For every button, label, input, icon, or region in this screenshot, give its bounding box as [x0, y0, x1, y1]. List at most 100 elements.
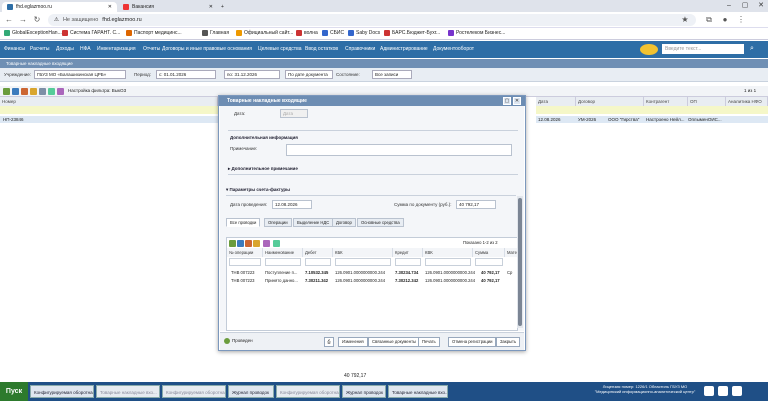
print-icon[interactable]	[48, 88, 55, 95]
mail-icon[interactable]	[704, 386, 714, 396]
column-header[interactable]: Дебет	[303, 248, 333, 257]
menu-item[interactable]: Доходы	[56, 46, 74, 52]
menu-item[interactable]: НФА	[80, 46, 91, 52]
state-select[interactable]: Все записи	[372, 70, 412, 79]
table-row[interactable]: 12.08.2026 УМ-2026 ООО "Гирства" Настрое…	[536, 116, 768, 123]
changes-button[interactable]: Изменения	[338, 337, 368, 347]
extra-note-toggle[interactable]: ▸ Дополнительное примечание	[228, 166, 298, 172]
filter-input[interactable]	[229, 258, 261, 266]
close-dialog-icon[interactable]: ✕	[513, 97, 521, 105]
search-input[interactable]: Введите текст...	[662, 44, 744, 54]
bookmark-item[interactable]: Паспорт медицинс...	[126, 30, 182, 36]
bookmark-item[interactable]: Saby Docs	[348, 30, 380, 36]
taskbar-item[interactable]: Конфигурируемая оборотная...	[30, 385, 94, 398]
refresh-icon[interactable]	[253, 240, 260, 247]
bookmark-item[interactable]: волна	[296, 30, 318, 36]
column-header[interactable]: Договор	[576, 97, 644, 106]
delete-icon[interactable]	[21, 88, 28, 95]
column-header[interactable]: Номер	[0, 97, 218, 106]
table-row[interactable]: НП-23846	[0, 116, 218, 123]
bookmark-item[interactable]: СБИС	[322, 30, 344, 36]
restore-dialog-icon[interactable]: ▢	[503, 97, 511, 105]
menu-item[interactable]: Расчеты	[30, 46, 50, 52]
bookmark-item[interactable]: Ростелеком Бизнес...	[448, 30, 505, 36]
taskbar-item[interactable]: Конфигурируемая оборотная...	[276, 385, 340, 398]
period-to-input[interactable]: по: 31.12.2026	[224, 70, 280, 79]
column-header[interactable]: Кредит	[393, 248, 423, 257]
bookmark-item[interactable]: Система ГАРАНТ. С...	[62, 30, 120, 36]
column-header[interactable]: Наименование	[263, 248, 303, 257]
tab-vat[interactable]: Выделение НДС	[293, 218, 334, 227]
filter-input[interactable]	[425, 258, 471, 266]
print-button[interactable]: Печать	[418, 337, 440, 347]
menu-icon[interactable]: ⋮	[736, 15, 746, 25]
add-icon[interactable]	[229, 240, 236, 247]
taskbar-item[interactable]: Товарные накладные вхо...	[96, 385, 160, 398]
edit-icon[interactable]	[12, 88, 19, 95]
profile-icon[interactable]: ●	[720, 15, 730, 25]
close-window-icon[interactable]: ✕	[754, 1, 768, 11]
bookmark-item[interactable]: БАРС.Бюджет-Бухг...	[384, 30, 440, 36]
invoice-params-toggle[interactable]: ▾ Параметры счета-фактуры	[226, 187, 290, 193]
delete-icon[interactable]	[245, 240, 252, 247]
forward-icon[interactable]: →	[18, 15, 28, 25]
filter-input[interactable]	[335, 258, 391, 266]
camera-icon[interactable]	[718, 386, 728, 396]
menu-item[interactable]: Отчеты	[143, 46, 160, 52]
table-row[interactable]: ТНВ 007223 Принято данно... 7.30211.342 …	[227, 277, 517, 285]
new-tab-button[interactable]: +	[221, 2, 231, 12]
scrollbar-thumb[interactable]	[518, 198, 522, 326]
back-icon[interactable]: ←	[4, 15, 14, 25]
doc-sum-input[interactable]: 40 792,17	[456, 200, 496, 209]
tab-all-postings[interactable]: Все проводки	[226, 218, 261, 227]
filter-input[interactable]	[475, 258, 503, 266]
taskbar-item[interactable]: Журнал проводок	[228, 385, 274, 398]
column-header[interactable]: КБК	[333, 248, 393, 257]
menu-item[interactable]: Ввод остатков	[305, 46, 338, 52]
taskbar-item[interactable]: Журнал проводок	[342, 385, 386, 398]
linked-docs-button[interactable]: Связанные документы	[368, 337, 420, 347]
minimize-window-icon[interactable]: –	[722, 1, 736, 11]
settings-icon[interactable]	[57, 88, 64, 95]
reload-icon[interactable]: ↻	[32, 15, 42, 25]
add-icon[interactable]	[3, 88, 10, 95]
start-button[interactable]: Пуск	[0, 382, 28, 401]
dialog-scrollbar[interactable]	[517, 196, 523, 328]
menu-item[interactable]: Инвентаризация	[97, 46, 136, 52]
menu-item[interactable]: Договоры и иные правовые основания	[162, 46, 252, 52]
tab-fixed-assets[interactable]: Основные средства	[357, 218, 404, 227]
institution-select[interactable]: ГБУЗ МО «Балашихинская ЦРБ»	[34, 70, 126, 79]
power-icon[interactable]	[732, 386, 742, 396]
close-tab-icon[interactable]: ✕	[108, 4, 112, 10]
filter-icon[interactable]	[39, 88, 46, 95]
bookmark-item[interactable]: Главная	[202, 30, 229, 36]
tab-contract[interactable]: Договор	[332, 218, 356, 227]
taskbar-item[interactable]: Товарные накладные вхо...	[388, 385, 448, 398]
date-input[interactable]: Дата	[280, 109, 308, 118]
period-from-input[interactable]: с: 01.01.2026	[156, 70, 216, 79]
filter-input[interactable]	[305, 258, 331, 266]
filter-input[interactable]	[265, 258, 301, 266]
url-field[interactable]: ⚠ Не защищено fhd.eglazmoo.ru	[48, 14, 696, 26]
filter-settings-label[interactable]: Настройка фильтра: ВыкОЗ	[68, 88, 126, 93]
browser-tab[interactable]: Вакансия ✕	[118, 2, 218, 12]
column-header[interactable]: Контрагент	[644, 97, 688, 106]
tab-operations[interactable]: Операции	[264, 218, 292, 227]
column-header[interactable]: Аналитика НФО	[726, 97, 768, 106]
column-header[interactable]: № операции	[227, 248, 263, 257]
column-header[interactable]: КВК	[423, 248, 473, 257]
close-tab-icon[interactable]: ✕	[209, 4, 213, 10]
column-header[interactable]: ОП	[688, 97, 726, 106]
posting-date-input[interactable]: 12.08.2026	[272, 200, 312, 209]
export-icon[interactable]	[263, 240, 270, 247]
refresh-icon[interactable]	[30, 88, 37, 95]
save-icon[interactable]: ⎙	[324, 337, 334, 347]
taskbar-item[interactable]: Конфигурируемая оборотная...	[162, 385, 226, 398]
bookmark-star-icon[interactable]: ★	[680, 15, 690, 25]
edit-icon[interactable]	[237, 240, 244, 247]
menu-item[interactable]: Документооборот	[433, 46, 474, 52]
filter-row[interactable]	[536, 106, 768, 114]
menu-item[interactable]: Целевые средства	[258, 46, 301, 52]
period-type-select[interactable]: По дате документа	[285, 70, 333, 79]
filter-row[interactable]	[0, 106, 218, 114]
